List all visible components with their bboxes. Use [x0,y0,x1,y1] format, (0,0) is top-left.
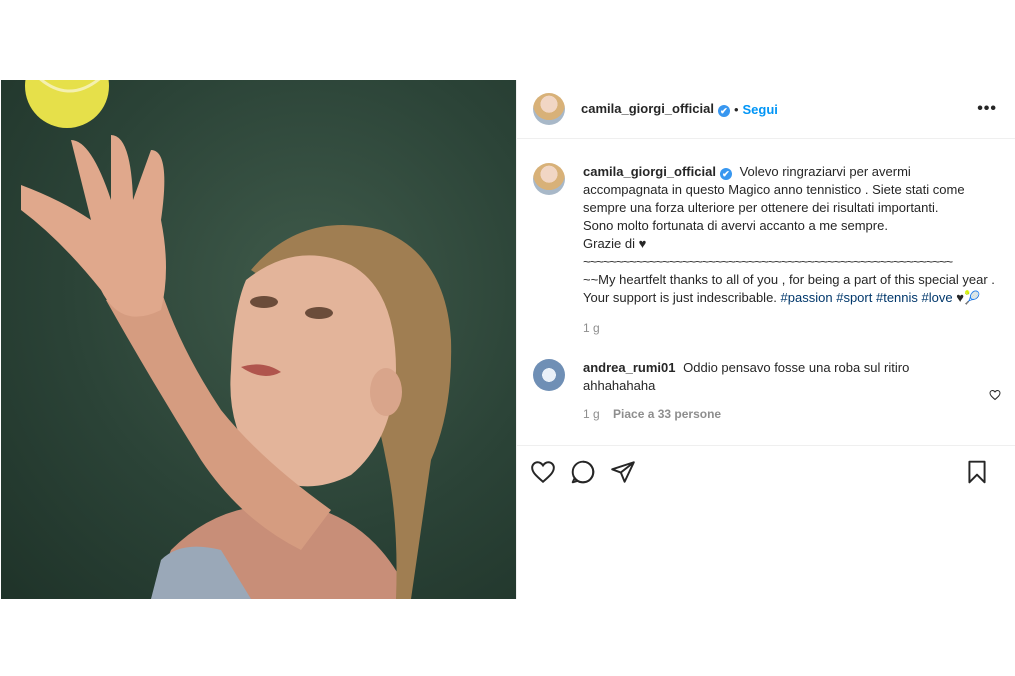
post-side-panel: camila_giorgi_official ✔ • Segui ••• cami… [516,80,1015,599]
comment-meta: 1 g Piace a 33 persone [583,407,999,421]
heart-icon[interactable] [529,458,557,486]
action-bar [517,445,1015,498]
hashtag-link[interactable]: #love [922,290,953,305]
caption-row: camila_giorgi_official ✔ Volevo ringrazia… [533,163,999,307]
post-photo[interactable] [1,80,516,599]
share-icon[interactable] [609,458,637,486]
avatar[interactable] [533,93,565,125]
hashtag-link[interactable]: #sport [836,290,872,305]
caption-username[interactable]: camila_giorgi_official ✔ [583,164,732,180]
caption-time[interactable]: 1 g [583,321,600,335]
comments-section[interactable]: camila_giorgi_official ✔ Volevo ringrazia… [517,139,1015,444]
verified-badge-icon: ✔ [719,168,732,180]
instagram-post: camila_giorgi_official ✔ • Segui ••• cami… [1,80,1015,599]
more-options-icon[interactable]: ••• [977,100,997,118]
hashtag-link[interactable]: #passion [781,290,833,305]
avatar[interactable] [533,163,565,195]
tennis-ball [25,80,109,128]
bookmark-icon[interactable] [963,458,991,486]
verified-badge-icon: ✔ [717,105,730,117]
comment-icon[interactable] [569,458,597,486]
commenter-username[interactable]: andrea_rumi01 [583,360,676,375]
author-username[interactable]: camila_giorgi_official ✔ [581,101,730,117]
post-header: camila_giorgi_official ✔ • Segui ••• [517,80,1015,139]
tennis-player-photo [21,80,452,599]
follow-button[interactable]: Segui [743,102,778,117]
comment-row: andrea_rumi01 Oddio pensavo fosse una ro… [533,359,999,395]
comment-like-heart-icon[interactable] [989,389,1001,404]
commenter-avatar[interactable] [533,359,565,391]
caption-text: camila_giorgi_official ✔ Volevo ringrazia… [583,164,995,305]
comment-time[interactable]: 1 g [583,407,600,421]
comment-text: andrea_rumi01 Oddio pensavo fosse una ro… [583,360,910,393]
hashtag-link[interactable]: #tennis [876,290,918,305]
comment-likes[interactable]: Piace a 33 persone [613,407,721,421]
caption-meta: 1 g [583,321,999,335]
separator-dot: • [733,101,739,117]
